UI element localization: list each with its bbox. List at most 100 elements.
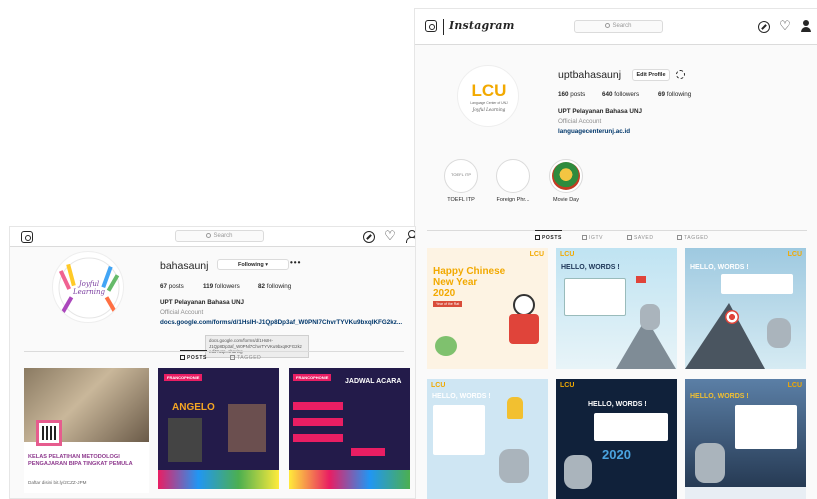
instagram-camera-icon[interactable] <box>425 20 437 32</box>
profile-person-icon[interactable] <box>800 20 812 32</box>
activity-heart-icon[interactable]: ♡ <box>384 229 396 242</box>
highlight-movie-day[interactable]: Movie Day <box>541 159 591 203</box>
tab-tagged[interactable]: TAGGED <box>677 235 708 241</box>
post-flag <box>636 276 646 283</box>
top-nav-bar: Instagram Search ♡ <box>415 9 817 45</box>
post-title: HELLO, WORDS ! <box>588 401 647 408</box>
instagram-camera-icon[interactable] <box>21 231 33 243</box>
post-elephant <box>640 304 660 330</box>
tab-posts[interactable]: POSTS <box>180 350 207 361</box>
post-text-card <box>735 405 797 449</box>
top-nav-bar: Search ♡ <box>10 227 415 247</box>
post-elephant <box>499 449 529 483</box>
post-photo <box>168 418 202 462</box>
activity-heart-icon[interactable]: ♡ <box>779 19 791 32</box>
post-title: HELLO, WORDS ! <box>561 264 620 271</box>
profile-form-link[interactable]: docs.google.com/forms/d/1HsIH-J1Qp8Dp3af… <box>160 319 402 326</box>
following-stat[interactable]: 82 following <box>258 283 291 290</box>
post-color-band <box>289 470 410 489</box>
post-brand: LCU <box>560 382 575 389</box>
search-input[interactable]: Search <box>574 20 663 33</box>
svg-text:Joyful: Joyful <box>77 280 99 288</box>
profile-full-name: UPT Pelayanan Bahasa UNJ <box>558 108 642 115</box>
joyful-learning-logo: Joyful Learning <box>58 257 120 319</box>
post-title: HELLO, WORDS ! <box>690 264 749 271</box>
post-title: ANGELO <box>172 402 215 413</box>
profile-website-link[interactable]: languagecenterunj.ac.id <box>558 128 630 135</box>
followers-stat[interactable]: 119 followers <box>203 283 240 290</box>
settings-gear-icon[interactable] <box>676 70 685 79</box>
post-brand: LCU <box>529 251 544 258</box>
post-tile-jadwal-acara[interactable]: FRANCOPHONIE JADWAL ACARA <box>289 368 410 489</box>
profile-full-name: UPT Pelayanan Bahasa UNJ <box>160 299 244 306</box>
tab-saved[interactable]: SAVED <box>627 235 654 241</box>
tabs-divider <box>427 230 807 231</box>
followers-stat[interactable]: 640 followers <box>602 91 639 98</box>
post-title: HELLO, WORDS ! <box>690 393 749 400</box>
highlight-label: Foreign Phr... <box>496 197 530 203</box>
post-brand: LCU <box>431 382 446 389</box>
post-tile-hello-words[interactable]: LCU HELLO, WORDS ! <box>556 248 677 369</box>
post-title-line: 2020 <box>433 288 456 299</box>
instagram-wordmark[interactable]: Instagram <box>449 19 515 32</box>
highlight-label: TOEFL ITP <box>447 197 475 203</box>
tab-posts[interactable]: POSTS <box>535 230 562 241</box>
nav-divider <box>443 19 444 35</box>
svg-text:Joyful Learning: Joyful Learning <box>472 107 506 112</box>
post-brand: LCU <box>787 382 802 389</box>
highlight-cover: TOEFL ITP <box>447 162 475 190</box>
highlight-cover <box>552 162 580 190</box>
post-ribbon: Year of the Rat <box>433 301 463 307</box>
edit-profile-button[interactable]: Edit Profile <box>632 69 670 81</box>
grid-icon <box>180 355 185 360</box>
chevron-down-icon: ▾ <box>265 262 268 268</box>
highlight-toefl-itp[interactable]: TOEFL ITP TOEFL ITP <box>436 159 486 203</box>
profile-person-icon[interactable] <box>405 230 415 243</box>
post-color-band <box>158 470 279 489</box>
profile-username: bahasaunj <box>160 260 209 272</box>
post-tile-hello-words[interactable]: LCU HELLO, WORDS ! <box>685 248 806 369</box>
profile-avatar[interactable]: LCU Language Center of UNJ Joyful Learni… <box>457 65 519 127</box>
post-tile-hello-words[interactable]: LCU HELLO, WORDS ! <box>427 379 548 499</box>
post-target <box>725 310 739 324</box>
left-browser-window: Search ♡ Joyful Learning bahasaunj Follo… <box>9 226 416 499</box>
svg-text:LCU: LCU <box>472 81 507 100</box>
tag-icon <box>230 355 235 360</box>
following-stat[interactable]: 69 following <box>658 91 691 98</box>
post-illustration <box>509 314 539 344</box>
tv-icon <box>582 235 587 240</box>
post-tile-chinese-new-year[interactable]: LCU Happy Chinese New Year 2020 Year of … <box>427 248 548 369</box>
right-browser-window: Instagram Search ♡ LCU Language Center o… <box>414 8 817 499</box>
explore-compass-icon[interactable] <box>758 21 770 33</box>
search-icon <box>206 233 212 238</box>
following-button[interactable]: Following ▾ <box>217 259 289 270</box>
post-photo <box>228 404 266 452</box>
tag-icon <box>677 235 682 240</box>
tab-tagged[interactable]: TAGGED <box>230 355 261 361</box>
tab-igtv[interactable]: IGTV <box>582 235 603 241</box>
svg-text:Learning: Learning <box>72 288 106 296</box>
post-tag: FRANCOPHONIE <box>164 374 203 381</box>
post-title: JADWAL ACARA <box>345 378 402 385</box>
post-title: KELAS PELATIHAN METODOLOGI PENGAJARAN BI… <box>28 454 133 467</box>
post-snow <box>685 487 806 499</box>
post-trophy <box>507 397 523 419</box>
bookmark-icon <box>627 235 632 240</box>
post-title-line: New Year <box>433 277 478 288</box>
posts-stat: 67 posts <box>160 283 184 290</box>
search-icon <box>605 23 611 28</box>
post-tile-hello-words-2020[interactable]: LCU HELLO, WORDS ! 2020 <box>556 379 677 499</box>
profile-avatar[interactable]: Joyful Learning <box>52 251 124 323</box>
post-tile-hello-words[interactable]: LCU HELLO, WORDS ! <box>685 379 806 499</box>
explore-compass-icon[interactable] <box>363 231 375 243</box>
post-tile-kelas-pelatihan[interactable]: KELAS PELATIHAN METODOLOGI PENGAJARAN BI… <box>24 368 149 493</box>
more-options-button[interactable]: ••• <box>290 258 301 267</box>
post-brand: LCU <box>787 251 802 258</box>
post-brand: LCU <box>560 251 575 258</box>
profile-category: Official Account <box>160 309 204 316</box>
qr-code-icon <box>36 420 62 446</box>
highlight-foreign-phrases[interactable]: Foreign Phr... <box>488 159 538 203</box>
post-tile-angelo[interactable]: FRANCOPHONIE ANGELO <box>158 368 279 489</box>
posts-stat: 160 posts <box>558 91 586 98</box>
search-input[interactable]: Search <box>175 230 264 242</box>
